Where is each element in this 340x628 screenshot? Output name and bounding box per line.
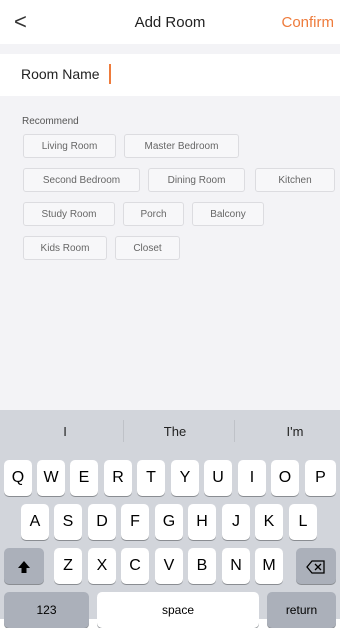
- suggestion-1[interactable]: I: [40, 424, 90, 439]
- shift-key[interactable]: [4, 548, 44, 584]
- recommend-title: Recommend: [22, 116, 79, 127]
- chip-balcony[interactable]: Balcony: [192, 202, 264, 226]
- key-o[interactable]: O: [271, 460, 299, 496]
- chip-closet[interactable]: Closet: [115, 236, 180, 260]
- key-q[interactable]: Q: [4, 460, 32, 496]
- suggestion-divider: [234, 420, 235, 442]
- key-x[interactable]: X: [88, 548, 116, 584]
- suggestion-2[interactable]: The: [145, 424, 205, 439]
- key-p[interactable]: P: [305, 460, 336, 496]
- return-key[interactable]: return: [267, 592, 336, 628]
- key-m[interactable]: M: [255, 548, 283, 584]
- key-g[interactable]: G: [155, 504, 183, 540]
- space-key[interactable]: space: [97, 592, 259, 628]
- key-w[interactable]: W: [37, 460, 65, 496]
- key-c[interactable]: C: [121, 548, 149, 584]
- suggestion-3[interactable]: I'm: [265, 424, 325, 439]
- text-cursor: [109, 64, 111, 84]
- key-z[interactable]: Z: [54, 548, 82, 584]
- chip-kids-room[interactable]: Kids Room: [23, 236, 107, 260]
- key-y[interactable]: Y: [171, 460, 199, 496]
- recommend-section: Recommend Living Room Master Bedroom Sec…: [0, 96, 340, 410]
- key-v[interactable]: V: [155, 548, 183, 584]
- shift-icon: [18, 560, 30, 573]
- chip-dining-room[interactable]: Dining Room: [148, 168, 245, 192]
- key-a[interactable]: A: [21, 504, 49, 540]
- key-u[interactable]: U: [204, 460, 232, 496]
- room-name-field[interactable]: Room Name: [0, 54, 340, 96]
- key-d[interactable]: D: [88, 504, 116, 540]
- chip-study-room[interactable]: Study Room: [23, 202, 115, 226]
- navigation-bar: < Add Room Confirm: [0, 0, 340, 44]
- key-l[interactable]: L: [289, 504, 317, 540]
- key-b[interactable]: B: [188, 548, 216, 584]
- key-i[interactable]: I: [238, 460, 266, 496]
- key-e[interactable]: E: [70, 460, 98, 496]
- keyboard: I The I'm Q W E R T Y U I O P A S D F G …: [0, 410, 340, 628]
- chip-kitchen[interactable]: Kitchen: [255, 168, 335, 192]
- delete-key[interactable]: [296, 548, 336, 584]
- key-r[interactable]: R: [104, 460, 132, 496]
- numbers-key[interactable]: 123: [4, 592, 89, 628]
- room-name-label: Room Name: [21, 66, 100, 82]
- chip-master-bedroom[interactable]: Master Bedroom: [124, 134, 239, 158]
- chip-second-bedroom[interactable]: Second Bedroom: [23, 168, 140, 192]
- key-k[interactable]: K: [255, 504, 283, 540]
- chip-porch[interactable]: Porch: [123, 202, 184, 226]
- key-f[interactable]: F: [121, 504, 149, 540]
- key-t[interactable]: T: [137, 460, 165, 496]
- section-divider: [0, 44, 340, 54]
- delete-icon: [306, 560, 325, 574]
- suggestion-bar: I The I'm: [0, 410, 340, 453]
- key-n[interactable]: N: [222, 548, 250, 584]
- suggestion-divider: [123, 420, 124, 442]
- chip-living-room[interactable]: Living Room: [23, 134, 116, 158]
- key-h[interactable]: H: [188, 504, 216, 540]
- key-j[interactable]: J: [222, 504, 250, 540]
- key-s[interactable]: S: [54, 504, 82, 540]
- confirm-button[interactable]: Confirm: [281, 14, 334, 31]
